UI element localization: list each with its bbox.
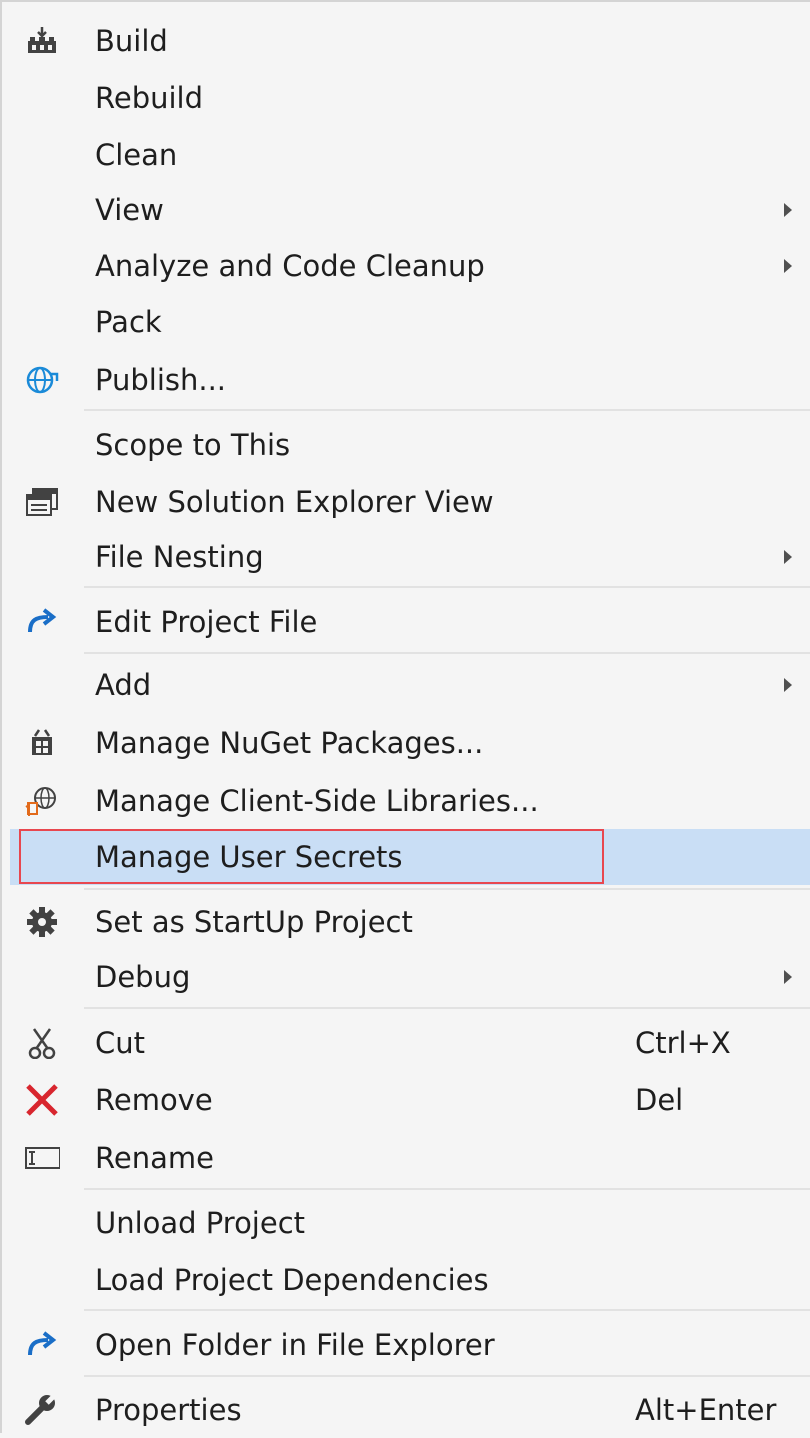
- menu-item-label: Debug: [95, 960, 191, 994]
- menu-separator: [84, 1309, 810, 1311]
- menu-item-edit-project-file[interactable]: Edit Project File: [4, 594, 810, 650]
- menu-item-label: Manage NuGet Packages...: [95, 726, 484, 760]
- scissors-icon: [22, 1027, 62, 1059]
- client-libraries-icon: [22, 785, 62, 817]
- menu-item-label: View: [95, 193, 164, 227]
- menu-item-label: Cut: [95, 1026, 145, 1060]
- menu-item-new-solution-explorer-view[interactable]: New Solution Explorer View: [4, 474, 810, 530]
- menu-item-label: Scope to This: [95, 428, 291, 462]
- menu-item-set-startup[interactable]: Set as StartUp Project: [4, 894, 810, 950]
- menu-item-label: Manage Client-Side Libraries...: [95, 784, 539, 818]
- nuget-package-icon: [22, 727, 62, 759]
- redo-arrow-icon: [22, 606, 62, 638]
- submenu-arrow-icon: [784, 678, 792, 692]
- submenu-arrow-icon: [784, 203, 792, 217]
- rename-icon: [22, 1142, 62, 1174]
- menu-item-label: Set as StartUp Project: [95, 905, 413, 939]
- menu-item-clean[interactable]: Clean: [4, 127, 810, 183]
- shortcut-label: Del: [635, 1083, 684, 1117]
- menu-item-add[interactable]: Add: [4, 657, 810, 713]
- menu-item-build[interactable]: Build: [4, 13, 810, 69]
- globe-publish-icon: [22, 364, 62, 396]
- menu-item-label: Clean: [95, 138, 178, 172]
- menu-item-label: Analyze and Code Cleanup: [95, 249, 485, 283]
- menu-separator: [84, 1188, 810, 1190]
- menu-item-label: File Nesting: [95, 540, 264, 574]
- menu-item-pack[interactable]: Pack: [4, 294, 810, 350]
- highlight-outline: [19, 829, 604, 884]
- submenu-arrow-icon: [784, 970, 792, 984]
- menu-separator: [84, 586, 810, 588]
- submenu-arrow-icon: [784, 259, 792, 273]
- menu-separator: [84, 1007, 810, 1009]
- menu-item-label: Unload Project: [95, 1206, 306, 1240]
- shortcut-label: Alt+Enter: [635, 1393, 777, 1427]
- menu-item-label: Edit Project File: [95, 605, 318, 639]
- menu-item-label: Remove: [95, 1083, 213, 1117]
- menu-item-label: Publish...: [95, 363, 227, 397]
- menu-separator: [84, 888, 810, 890]
- menu-item-label: Build: [95, 24, 168, 58]
- context-menu: Build Rebuild Clean View Analyze and Cod…: [0, 0, 810, 1433]
- menu-item-properties[interactable]: Properties Alt+Enter: [4, 1382, 810, 1438]
- menu-item-unload-project[interactable]: Unload Project: [4, 1195, 810, 1251]
- menu-item-label: Open Folder in File Explorer: [95, 1328, 495, 1362]
- redo-arrow-icon: [22, 1329, 62, 1361]
- menu-separator: [84, 1375, 810, 1377]
- remove-x-icon: [22, 1084, 62, 1116]
- menu-separator: [84, 409, 810, 411]
- menu-item-label: Pack: [95, 305, 162, 339]
- menu-item-cut[interactable]: Cut Ctrl+X: [4, 1015, 810, 1071]
- menu-item-rename[interactable]: Rename: [4, 1130, 810, 1186]
- menu-item-label: New Solution Explorer View: [95, 485, 494, 519]
- menu-item-manage-client-libs[interactable]: Manage Client-Side Libraries...: [4, 773, 810, 829]
- menu-item-view[interactable]: View: [4, 182, 810, 238]
- window-view-icon: [22, 486, 62, 518]
- menu-item-debug[interactable]: Debug: [4, 949, 810, 1005]
- menu-item-label: Add: [95, 668, 152, 702]
- menu-item-label: Load Project Dependencies: [95, 1263, 489, 1297]
- menu-item-label: Properties: [95, 1393, 242, 1427]
- menu-item-label: Rebuild: [95, 81, 203, 115]
- menu-item-publish[interactable]: Publish...: [4, 352, 810, 408]
- menu-item-scope-to-this[interactable]: Scope to This: [4, 417, 810, 473]
- gear-icon: [22, 906, 62, 938]
- build-icon: [22, 25, 62, 57]
- wrench-icon: [22, 1394, 62, 1426]
- menu-separator: [84, 652, 810, 654]
- menu-item-load-dependencies[interactable]: Load Project Dependencies: [4, 1252, 810, 1308]
- menu-item-remove[interactable]: Remove Del: [4, 1072, 810, 1128]
- menu-item-analyze[interactable]: Analyze and Code Cleanup: [4, 238, 810, 294]
- menu-item-file-nesting[interactable]: File Nesting: [4, 529, 810, 585]
- submenu-arrow-icon: [784, 550, 792, 564]
- menu-item-open-folder[interactable]: Open Folder in File Explorer: [4, 1317, 810, 1373]
- menu-item-manage-nuget[interactable]: Manage NuGet Packages...: [4, 715, 810, 771]
- shortcut-label: Ctrl+X: [635, 1026, 731, 1060]
- menu-item-rebuild[interactable]: Rebuild: [4, 70, 810, 126]
- menu-item-label: Rename: [95, 1141, 214, 1175]
